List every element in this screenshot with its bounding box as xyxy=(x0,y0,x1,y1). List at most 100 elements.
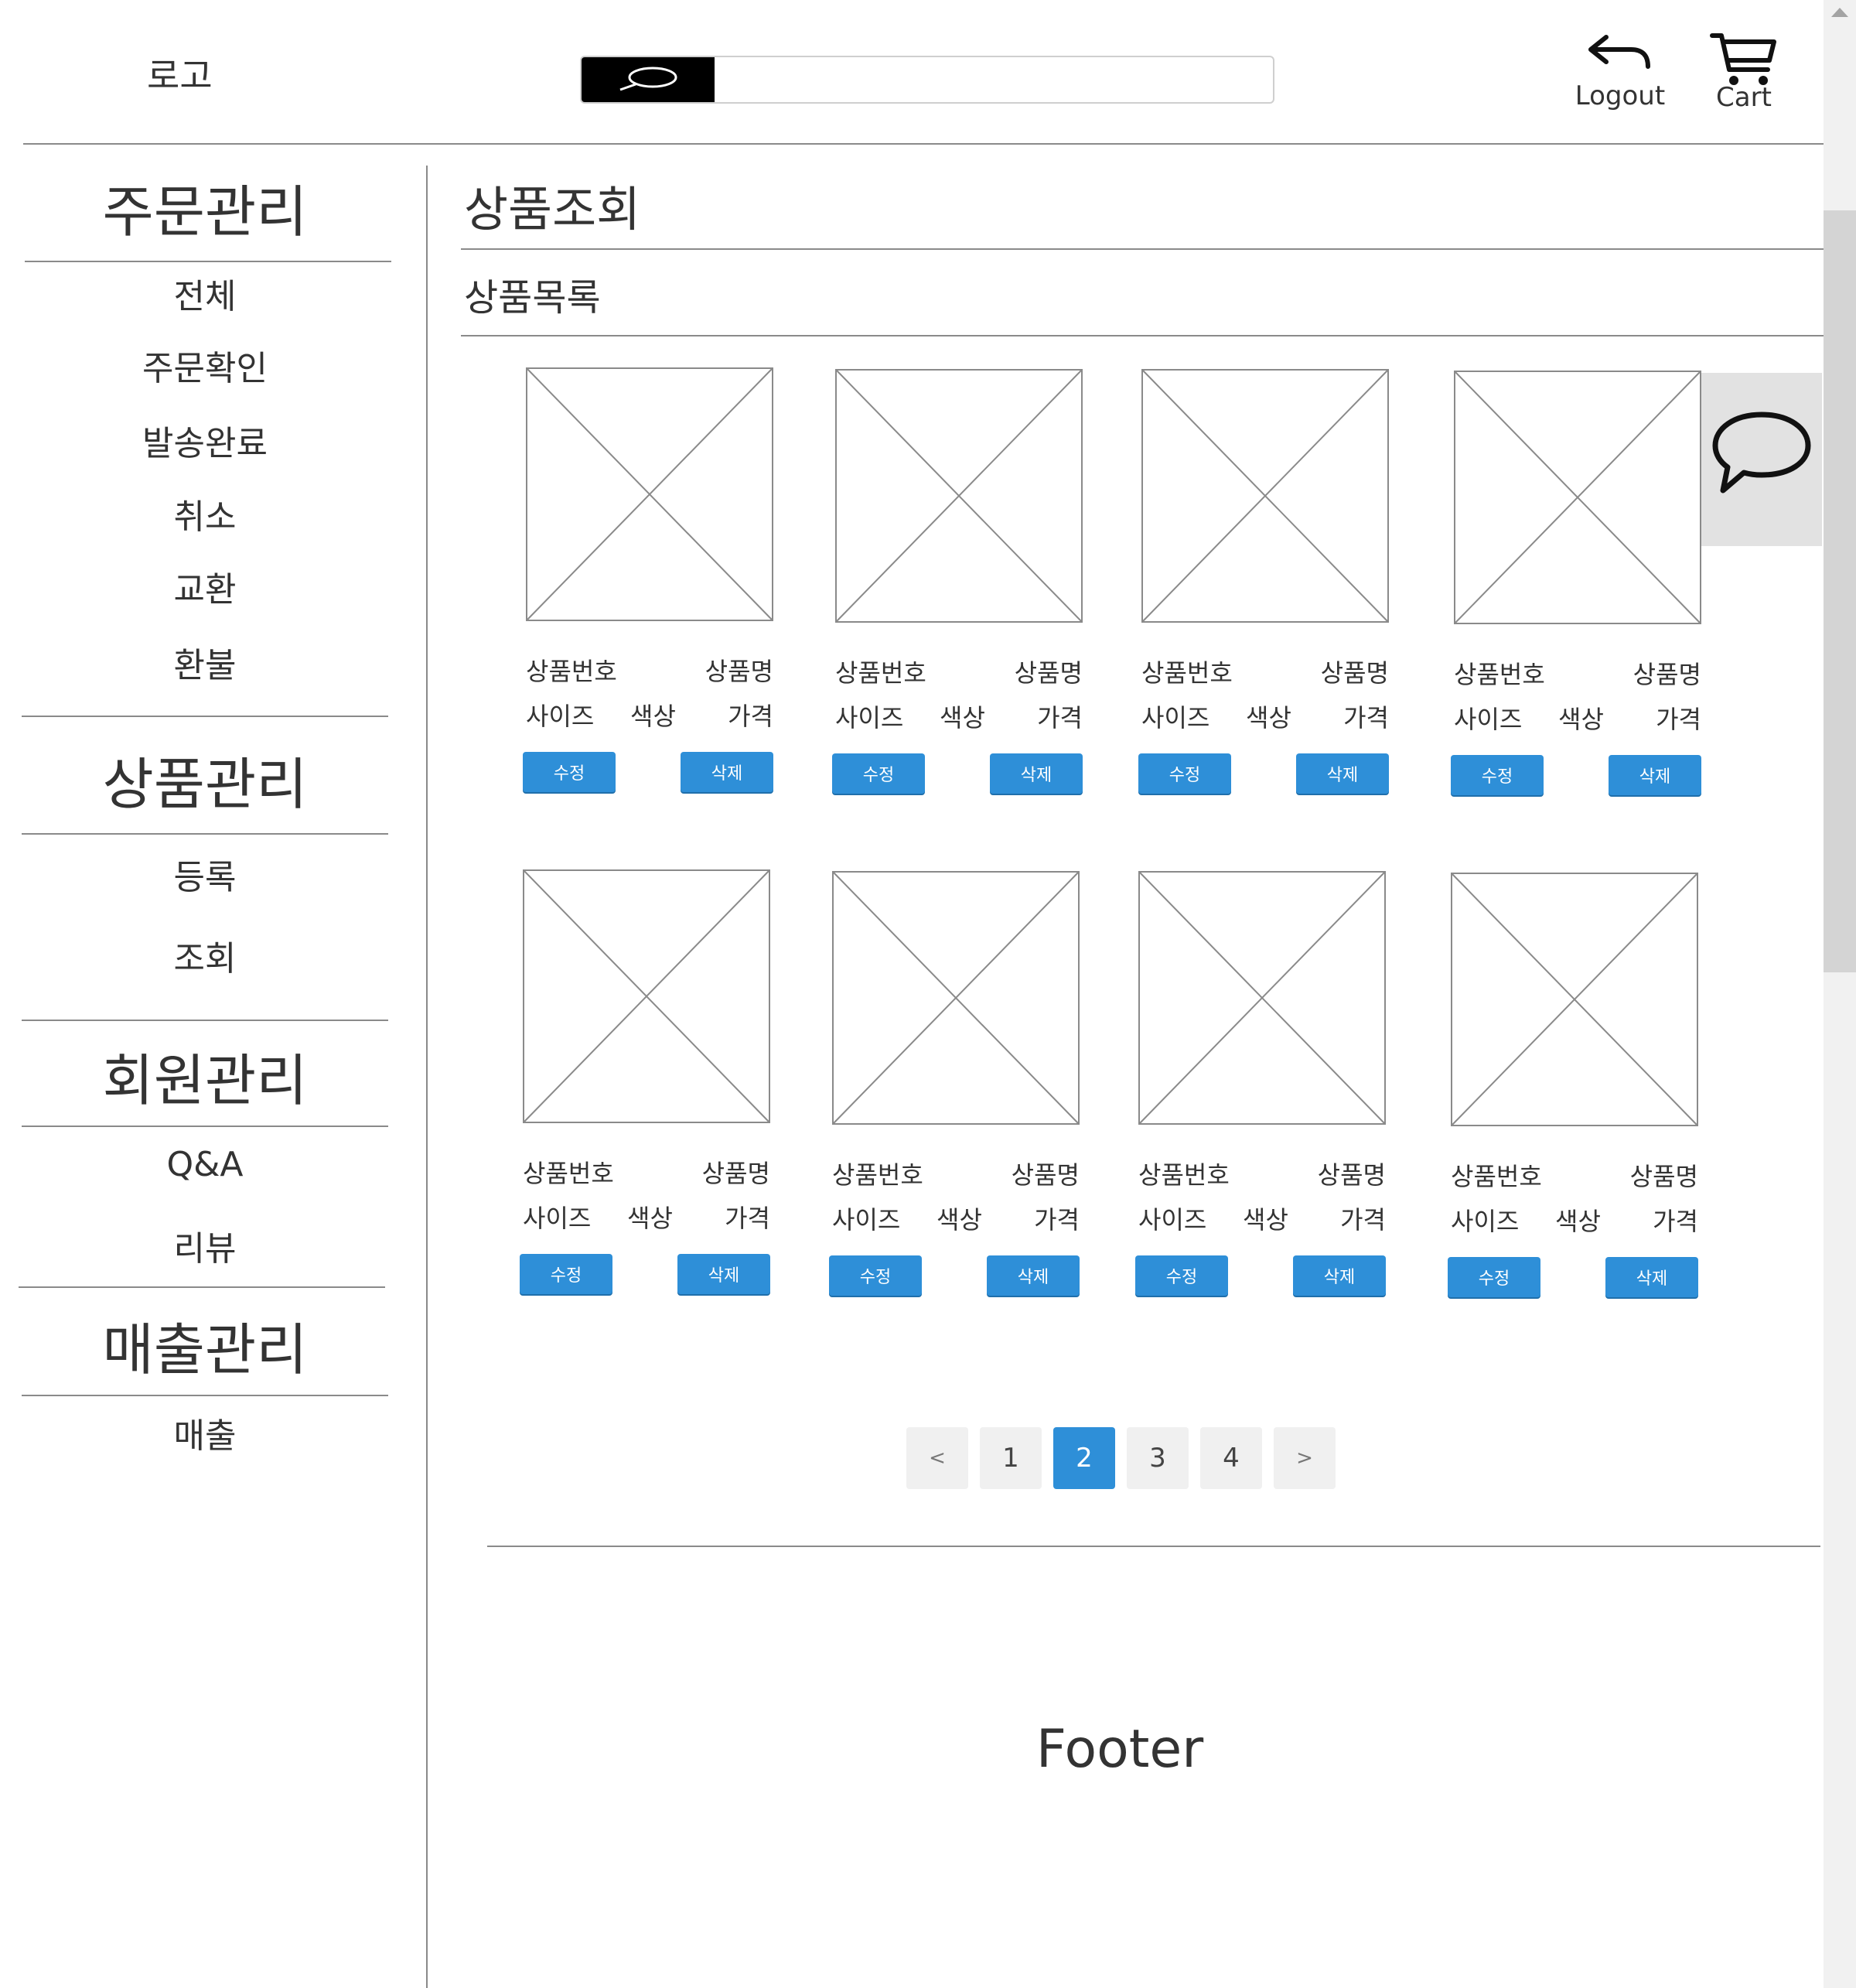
logout-button[interactable]: Logout xyxy=(1570,31,1670,111)
search-bar xyxy=(580,56,1274,104)
sidebar-item-lookup[interactable]: 조회 xyxy=(43,931,367,980)
divider xyxy=(22,716,388,717)
logout-label: Logout xyxy=(1575,80,1666,111)
edit-button[interactable]: 수정 xyxy=(1138,753,1231,794)
sidebar-section-members[interactable]: 회원관리 xyxy=(43,1035,367,1116)
product-image-placeholder[interactable] xyxy=(1454,371,1701,624)
edit-button[interactable]: 수정 xyxy=(832,753,925,794)
edit-button[interactable]: 수정 xyxy=(523,752,616,792)
sidebar-item-qna[interactable]: Q&A xyxy=(43,1145,367,1184)
product-price: 가격 xyxy=(1343,703,1389,733)
product-color: 색상 xyxy=(937,1205,982,1235)
product-image-placeholder[interactable] xyxy=(1141,369,1389,623)
product-color: 색상 xyxy=(1246,703,1291,733)
product-number: 상품번호 xyxy=(832,1160,923,1190)
search-icon xyxy=(619,67,677,91)
product-color: 색상 xyxy=(940,703,985,733)
divider xyxy=(22,833,388,835)
page-button-4[interactable]: 4 xyxy=(1200,1427,1262,1489)
speech-bubble-icon xyxy=(1712,412,1811,494)
divider xyxy=(461,335,1828,336)
cart-button[interactable]: Cart xyxy=(1701,31,1786,113)
sidebar-item-sales[interactable]: 매출 xyxy=(43,1408,367,1457)
sidebar-item-shipped[interactable]: 발송완료 xyxy=(43,415,367,465)
edit-button[interactable]: 수정 xyxy=(829,1255,922,1296)
sidebar-item-reviews[interactable]: 리뷰 xyxy=(43,1221,367,1270)
product-size: 사이즈 xyxy=(1454,705,1523,734)
page-button-1[interactable]: 1 xyxy=(980,1427,1042,1489)
product-color: 색상 xyxy=(630,702,676,731)
header-divider xyxy=(23,143,1834,145)
footer: Footer xyxy=(1035,1719,1204,1780)
product-card: 상품번호 상품명 사이즈 색상 가격 수정 삭제 xyxy=(1138,369,1389,802)
chat-button[interactable] xyxy=(1701,373,1822,546)
edit-button[interactable]: 수정 xyxy=(1135,1255,1228,1296)
product-color: 색상 xyxy=(627,1204,673,1233)
divider xyxy=(22,1020,388,1021)
product-image-placeholder[interactable] xyxy=(523,869,770,1123)
sidebar-section-orders[interactable]: 주문관리 xyxy=(43,166,367,248)
sidebar-item-cancel[interactable]: 취소 xyxy=(43,489,367,538)
delete-button[interactable]: 삭제 xyxy=(1605,1257,1698,1297)
sidebar-section-sales[interactable]: 매출관리 xyxy=(43,1304,367,1385)
search-button[interactable] xyxy=(582,57,715,102)
product-card: 상품번호 상품명 사이즈 색상 가격 수정 삭제 xyxy=(523,367,773,801)
scroll-up-arrow-icon[interactable] xyxy=(1831,8,1848,17)
divider xyxy=(25,261,391,262)
sidebar-item-register[interactable]: 등록 xyxy=(43,849,367,899)
product-color: 색상 xyxy=(1555,1207,1601,1236)
page-button-2[interactable]: 2 xyxy=(1053,1427,1115,1489)
section-title: 상품목록 xyxy=(464,276,601,319)
product-card: 상품번호 상품명 사이즈 색상 가격 수정 삭제 xyxy=(1448,873,1698,1306)
search-input[interactable] xyxy=(718,62,1262,97)
logo[interactable]: 로고 xyxy=(147,48,213,99)
product-color: 색상 xyxy=(1558,705,1604,734)
edit-button[interactable]: 수정 xyxy=(1451,755,1544,795)
product-number: 상품번호 xyxy=(1141,658,1233,688)
product-price: 가격 xyxy=(1037,703,1083,733)
product-card: 상품번호 상품명 사이즈 색상 가격 수정 삭제 xyxy=(520,869,770,1303)
product-size: 사이즈 xyxy=(832,1205,901,1235)
logout-icon xyxy=(1588,35,1650,69)
delete-button[interactable]: 삭제 xyxy=(681,752,773,792)
product-size: 사이즈 xyxy=(1138,1205,1207,1235)
product-name: 상품명 xyxy=(1633,660,1701,689)
product-price: 가격 xyxy=(1340,1205,1386,1235)
edit-button[interactable]: 수정 xyxy=(520,1254,612,1294)
product-image-placeholder[interactable] xyxy=(526,367,773,621)
scrollbar-thumb[interactable] xyxy=(1824,210,1856,972)
product-number: 상품번호 xyxy=(835,658,926,688)
product-size: 사이즈 xyxy=(523,1204,592,1233)
product-image-placeholder[interactable] xyxy=(1451,873,1698,1126)
product-image-placeholder[interactable] xyxy=(1138,871,1386,1125)
product-number: 상품번호 xyxy=(526,657,617,686)
product-color: 색상 xyxy=(1243,1205,1288,1235)
sidebar-item-refund[interactable]: 환불 xyxy=(43,637,367,687)
product-name: 상품명 xyxy=(705,657,773,686)
delete-button[interactable]: 삭제 xyxy=(987,1255,1080,1296)
delete-button[interactable]: 삭제 xyxy=(1296,753,1389,794)
product-name: 상품명 xyxy=(1320,658,1389,688)
cart-icon xyxy=(1710,33,1776,85)
product-image-placeholder[interactable] xyxy=(832,871,1080,1125)
next-page-button[interactable]: > xyxy=(1274,1427,1336,1489)
product-number: 상품번호 xyxy=(1454,660,1545,689)
product-card: 상품번호 상품명 사이즈 색상 가격 수정 삭제 xyxy=(829,871,1080,1304)
sidebar-item-all[interactable]: 전체 xyxy=(43,268,367,318)
divider xyxy=(22,1395,388,1396)
edit-button[interactable]: 수정 xyxy=(1448,1257,1540,1297)
delete-button[interactable]: 삭제 xyxy=(990,753,1083,794)
page-button-3[interactable]: 3 xyxy=(1127,1427,1189,1489)
product-image-placeholder[interactable] xyxy=(835,369,1083,623)
sidebar-divider xyxy=(426,166,428,1988)
product-name: 상품명 xyxy=(1317,1160,1386,1190)
sidebar-section-products[interactable]: 상품관리 xyxy=(43,739,367,820)
delete-button[interactable]: 삭제 xyxy=(1609,755,1701,795)
sidebar-item-exchange[interactable]: 교환 xyxy=(43,562,367,611)
prev-page-button[interactable]: < xyxy=(906,1427,968,1489)
footer-divider xyxy=(487,1546,1820,1547)
delete-button[interactable]: 삭제 xyxy=(1293,1255,1386,1296)
delete-button[interactable]: 삭제 xyxy=(677,1254,770,1294)
sidebar-item-order-confirm[interactable]: 주문확인 xyxy=(43,340,367,390)
product-card: 상품번호 상품명 사이즈 색상 가격 수정 삭제 xyxy=(1135,871,1386,1304)
